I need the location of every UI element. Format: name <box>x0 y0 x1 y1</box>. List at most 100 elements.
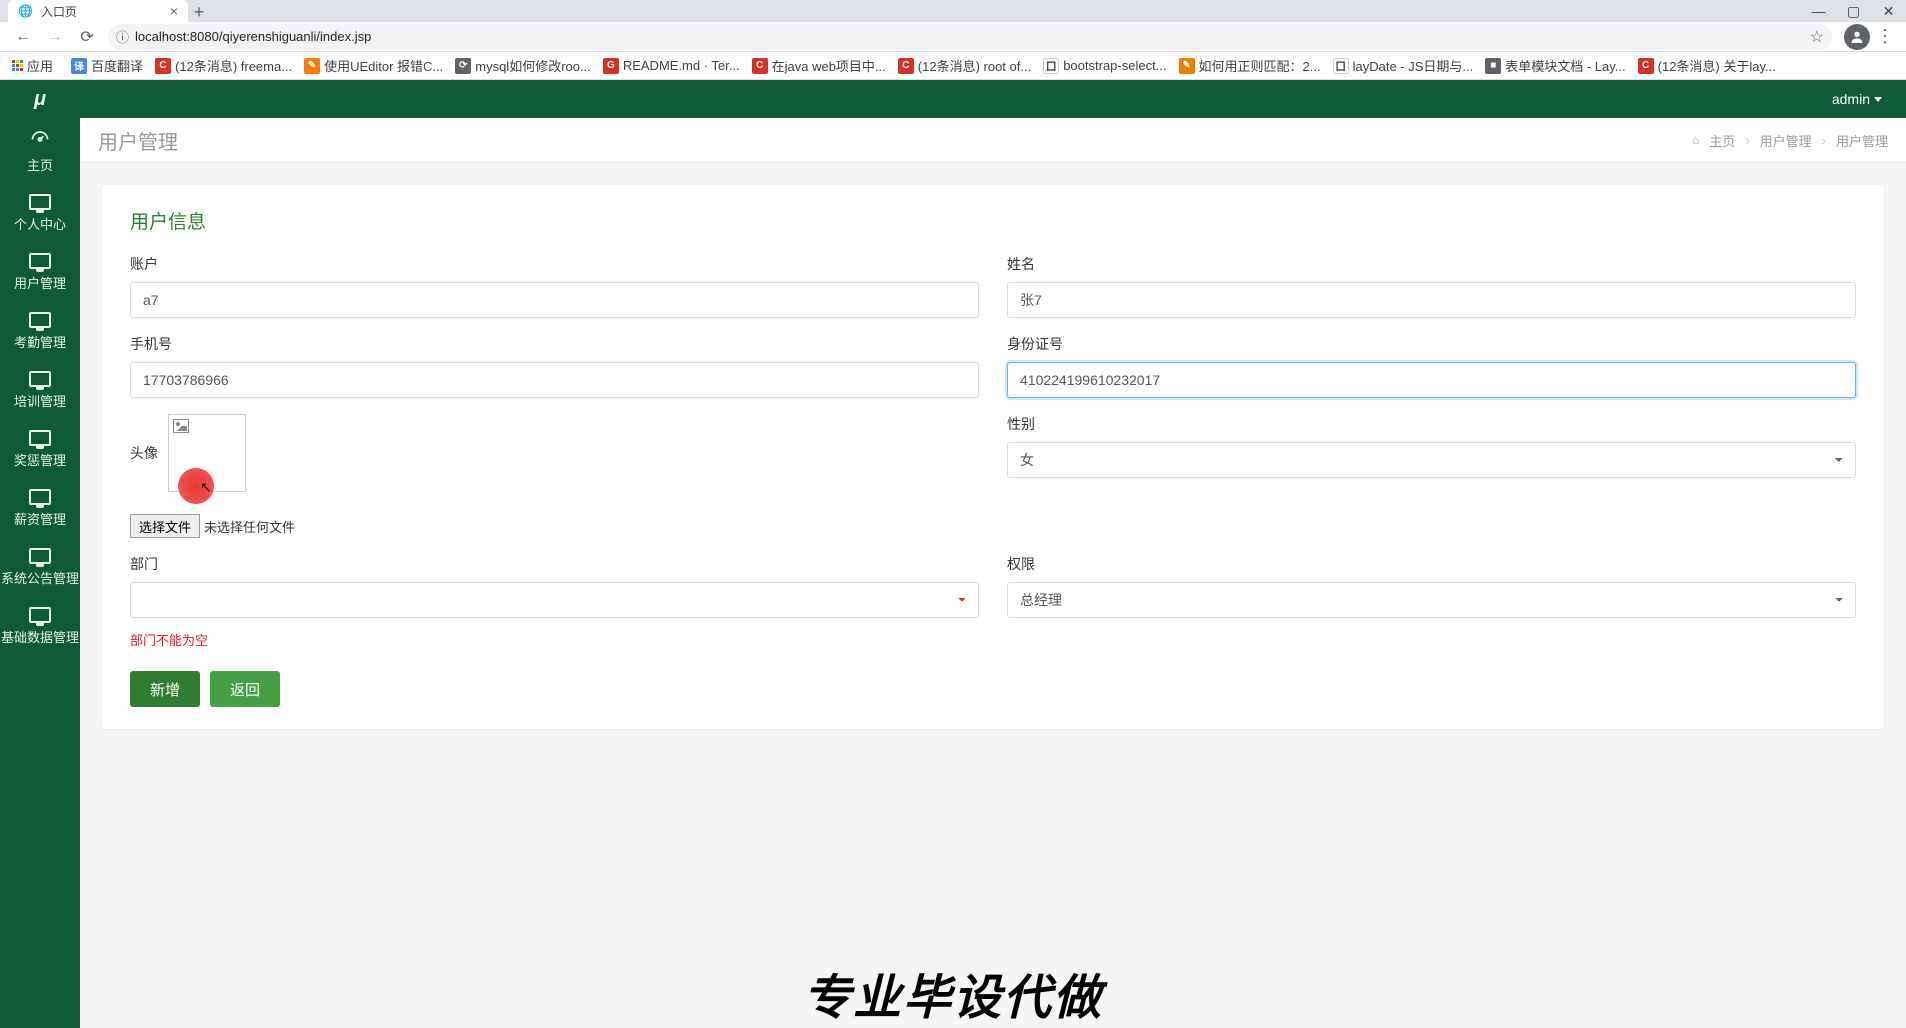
sidebar-item-label: 培训管理 <box>14 391 66 410</box>
username-label: admin <box>1832 91 1870 107</box>
sidebar-item-0[interactable]: 主页 <box>0 118 80 184</box>
browser-tab[interactable]: 🌐 入口页 × <box>8 0 188 22</box>
breadcrumb-last: 用户管理 <box>1836 131 1888 150</box>
home-icon[interactable]: ⌂ <box>1692 133 1699 147</box>
section-title: 用户信息 <box>130 207 1856 234</box>
select-role[interactable]: 总经理 <box>1007 582 1856 618</box>
globe-icon: 🌐 <box>18 4 33 18</box>
sidebar-item-label: 薪资管理 <box>14 509 66 528</box>
bookmark-icon: C <box>1638 58 1654 74</box>
page-title: 用户管理 <box>98 126 178 155</box>
url-text: localhost:8080/qiyerenshiguanli/index.js… <box>135 29 371 44</box>
browser-menu-button[interactable]: ⋮ <box>1872 26 1898 47</box>
breadcrumb-home[interactable]: 主页 <box>1709 131 1735 150</box>
bookmark-item[interactable]: 译百度翻译 <box>65 56 149 75</box>
sidebar-item-3[interactable]: 考勤管理 <box>0 302 80 361</box>
sidebar-item-label: 考勤管理 <box>14 332 66 351</box>
url-bar[interactable]: ⓘ localhost:8080/qiyerenshiguanli/index.… <box>108 24 1832 50</box>
chevron-right-icon: › <box>1745 133 1749 148</box>
info-icon[interactable]: ⓘ <box>116 27 129 46</box>
bookmark-item[interactable]: 囗 bootstrap-select... <box>1037 58 1172 74</box>
error-dept: 部门不能为空 <box>130 630 979 649</box>
sidebar: μ 主页个人中心用户管理考勤管理培训管理奖惩管理薪资管理系统公告管理基础数据管理 <box>0 80 80 1028</box>
sidebar-item-2[interactable]: 用户管理 <box>0 243 80 302</box>
sidebar-item-6[interactable]: 薪资管理 <box>0 479 80 538</box>
bookmark-item[interactable]: ✎如何用正则匹配：2... <box>1173 56 1327 75</box>
bookmark-label: 表单模块文档 - Lay... <box>1505 56 1625 75</box>
field-phone: 手机号 <box>130 334 979 398</box>
input-name[interactable] <box>1007 282 1856 318</box>
choose-file-button[interactable]: 选择文件 <box>130 514 200 538</box>
bookmark-label: mysql如何修改roo... <box>475 56 591 75</box>
watermark-text: 专业毕设代做 <box>803 958 1103 1028</box>
sidebar-item-label: 奖惩管理 <box>14 450 66 469</box>
sidebar-item-7[interactable]: 系统公告管理 <box>0 538 80 597</box>
nav-reload-button[interactable]: ⟳ <box>72 23 102 51</box>
select-dept[interactable] <box>130 582 979 618</box>
bookmark-item[interactable]: ■表单模块文档 - Lay... <box>1479 56 1631 75</box>
label-gender: 性别 <box>1007 414 1856 434</box>
bookmark-item[interactable]: C(12条消息) root of... <box>892 56 1037 75</box>
tab-close-icon[interactable]: × <box>170 3 178 19</box>
bookmark-item[interactable]: C(12条消息) 关于lay... <box>1632 56 1782 75</box>
nav-forward-button[interactable]: → <box>40 23 70 51</box>
label-account: 账户 <box>130 254 979 274</box>
apps-button[interactable]: 应用 <box>12 56 53 75</box>
monitor-icon <box>29 607 51 623</box>
label-dept: 部门 <box>130 554 979 574</box>
bookmark-item[interactable]: C(12条消息) freema... <box>149 56 298 75</box>
field-dept: 部门 部门不能为空 <box>130 554 979 649</box>
bookmark-label: bootstrap-select... <box>1063 58 1166 73</box>
user-menu[interactable]: admin <box>1832 91 1882 107</box>
monitor-icon <box>29 253 51 269</box>
bookmark-icon: 囗 <box>1043 58 1059 74</box>
sidebar-item-8[interactable]: 基础数据管理 <box>0 597 80 656</box>
bookmark-icon: ⟳ <box>455 58 471 74</box>
label-name: 姓名 <box>1007 254 1856 274</box>
monitor-icon <box>29 548 51 564</box>
bookmark-icon: 囗 <box>1333 58 1349 74</box>
breadcrumb: ⌂ 主页 › 用户管理 › 用户管理 <box>1692 131 1888 150</box>
input-phone[interactable] <box>130 362 979 398</box>
sidebar-item-label: 基础数据管理 <box>1 627 79 646</box>
bookmark-item[interactable]: ⟳mysql如何修改roo... <box>449 56 597 75</box>
chevron-right-icon: › <box>1822 133 1826 148</box>
bookmark-label: (12条消息) root of... <box>918 56 1031 75</box>
back-button[interactable]: 返回 <box>210 671 280 707</box>
submit-button[interactable]: 新增 <box>130 671 200 707</box>
logo[interactable]: μ <box>0 80 80 118</box>
window-maximize-button[interactable]: ▢ <box>1836 0 1871 22</box>
new-tab-button[interactable]: + <box>188 2 210 22</box>
cursor-icon: ↖ <box>200 479 212 496</box>
monitor-icon <box>29 194 51 210</box>
field-avatar: 头像 ↖ 选择文件 未选择任何文件 <box>130 414 979 538</box>
bookmark-item[interactable]: GREADME.md · Ter... <box>597 58 746 74</box>
input-account[interactable] <box>130 282 979 318</box>
bookmark-label: (12条消息) 关于lay... <box>1658 56 1776 75</box>
select-gender[interactable]: 女 <box>1007 442 1856 478</box>
profile-avatar[interactable] <box>1844 24 1870 50</box>
bookmark-item[interactable]: ✎使用UEditor 报错C... <box>298 56 449 75</box>
sidebar-item-1[interactable]: 个人中心 <box>0 184 80 243</box>
window-minimize-button[interactable]: — <box>1801 0 1836 22</box>
sidebar-item-label: 用户管理 <box>14 273 66 292</box>
no-file-label: 未选择任何文件 <box>204 517 295 536</box>
star-icon[interactable]: ☆ <box>1810 27 1824 47</box>
sidebar-item-label: 系统公告管理 <box>1 568 79 587</box>
breadcrumb-mid[interactable]: 用户管理 <box>1760 131 1812 150</box>
bookmark-item[interactable]: C在java web项目中... <box>746 56 892 75</box>
bookmarks-bar: 应用 译百度翻译C(12条消息) freema...✎使用UEditor 报错C… <box>0 52 1906 80</box>
bookmark-label: 使用UEditor 报错C... <box>324 56 443 75</box>
sidebar-item-5[interactable]: 奖惩管理 <box>0 420 80 479</box>
label-role: 权限 <box>1007 554 1856 574</box>
sidebar-item-4[interactable]: 培训管理 <box>0 361 80 420</box>
caret-down-icon <box>1874 97 1882 102</box>
nav-back-button[interactable]: ← <box>8 23 38 51</box>
bookmark-icon: ✎ <box>1179 58 1195 74</box>
apps-label: 应用 <box>27 56 53 75</box>
apps-grid-icon <box>12 60 23 71</box>
window-close-button[interactable]: ✕ <box>1871 0 1906 22</box>
bookmark-item[interactable]: 囗layDate - JS日期与... <box>1327 56 1480 75</box>
input-idcard[interactable] <box>1007 362 1856 398</box>
bookmark-icon: G <box>603 58 619 74</box>
